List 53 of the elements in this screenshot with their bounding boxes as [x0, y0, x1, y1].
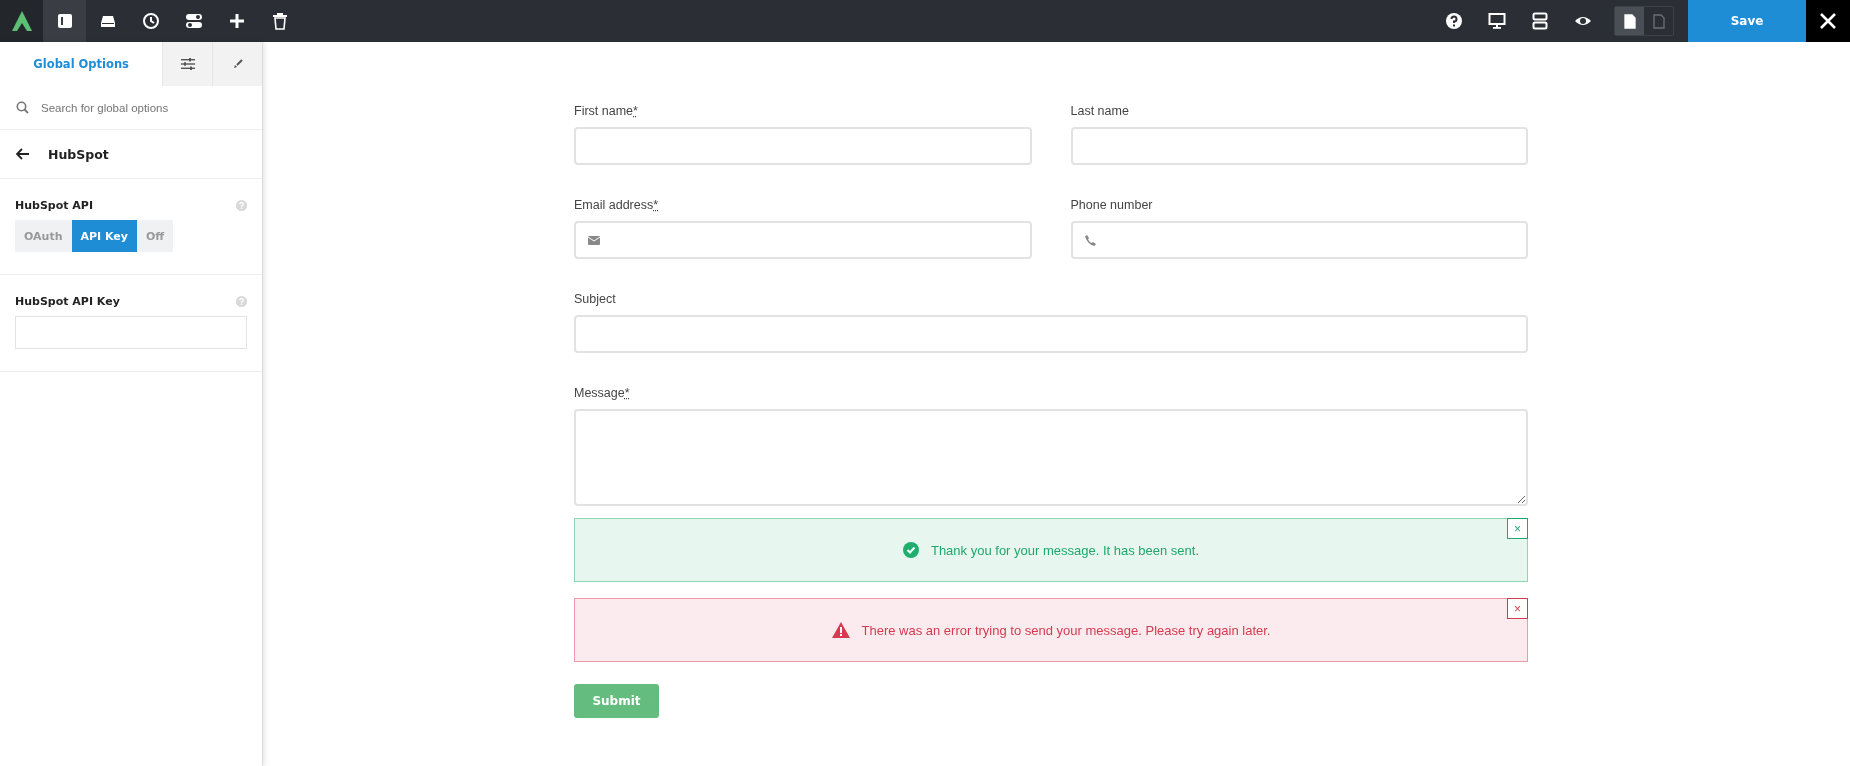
logo-icon: [0, 0, 43, 42]
phone-icon: [1084, 234, 1096, 246]
alert-message: There was an error trying to send your message. Please try again later.: [861, 622, 1271, 638]
plus-icon: [227, 12, 246, 30]
page-view-button[interactable]: [1615, 7, 1644, 35]
close-icon: [1819, 12, 1837, 30]
save-button[interactable]: Save: [1688, 0, 1806, 42]
sliders-icon: [180, 58, 195, 70]
alert-message: Thank you for your message. It has been sent.: [930, 542, 1200, 558]
monitor-icon: [1487, 12, 1506, 30]
back-button[interactable]: [16, 148, 30, 160]
field-label: Phone number: [1070, 198, 1154, 212]
close-button[interactable]: ×: [1507, 518, 1528, 539]
panel-button[interactable]: [43, 0, 86, 42]
setting-label: HubSpot API Key: [15, 295, 120, 308]
text-field[interactable]: [574, 127, 1032, 165]
option-button[interactable]: OAuth: [15, 220, 72, 252]
text-field[interactable]: [1070, 127, 1528, 165]
page-icon: [1652, 13, 1665, 29]
message-field[interactable]: [574, 409, 1528, 506]
setting-label: HubSpot API: [15, 199, 94, 212]
section-title: HubSpot: [48, 146, 109, 162]
arrow-left-icon: [16, 148, 30, 160]
submit-button[interactable]: Submit: [574, 684, 659, 718]
envelope-icon: [588, 235, 600, 245]
brush-icon: [232, 59, 243, 69]
help-icon: [236, 296, 247, 307]
sidebar-icon: [55, 12, 74, 30]
search-icon: [16, 101, 29, 114]
clock-icon: [141, 12, 160, 30]
text-field[interactable]: [1070, 221, 1528, 259]
close-button[interactable]: ×: [1507, 598, 1528, 619]
global-options-tab[interactable]: Global Options: [0, 42, 163, 86]
field-label: Last name: [1070, 104, 1130, 118]
text-field[interactable]: [574, 221, 1032, 259]
trash-icon: [270, 12, 289, 30]
api-key-field[interactable]: [15, 316, 247, 349]
warning-icon: [831, 622, 850, 638]
help-icon: [236, 200, 247, 211]
rows-icon: [1530, 12, 1549, 30]
field-label: Subject: [574, 292, 617, 306]
search-field[interactable]: Search for global options: [39, 100, 262, 115]
help-icon: [1444, 12, 1463, 30]
text-field[interactable]: [574, 315, 1528, 353]
field-label: First name*: [574, 104, 639, 118]
toggles-icon: [184, 12, 203, 30]
check-circle-icon: [902, 542, 919, 558]
option-button[interactable]: Off: [136, 220, 174, 252]
field-label: Email address*: [574, 198, 660, 212]
option-button[interactable]: API Key: [71, 220, 137, 252]
close-button[interactable]: [1806, 0, 1850, 42]
page-icon: [1623, 13, 1636, 29]
field-label: Message*: [574, 386, 631, 400]
